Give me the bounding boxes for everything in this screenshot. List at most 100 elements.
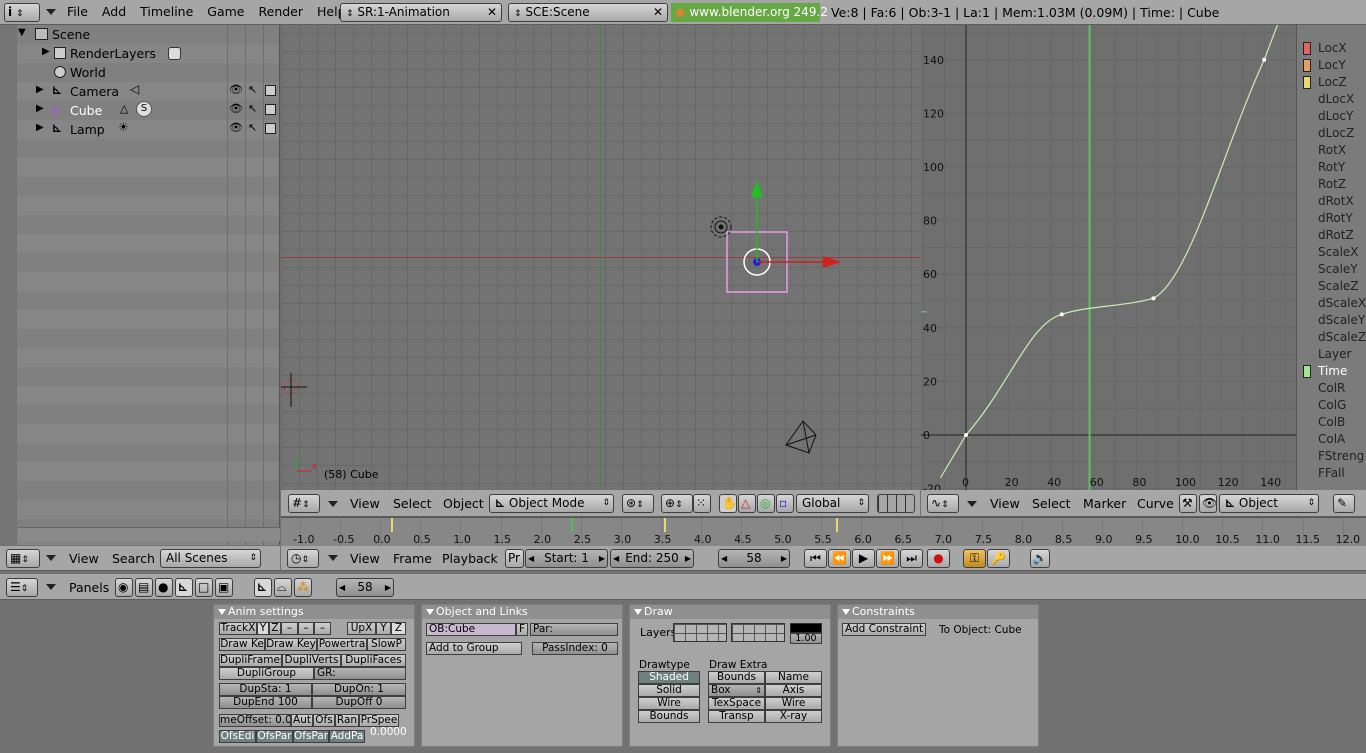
dup-start-field[interactable]: DupSta: 1 — [219, 683, 312, 696]
editor-type-button[interactable]: ▦⇕ — [6, 549, 40, 568]
pass-index-field[interactable]: PassIndex: 0 — [532, 642, 618, 655]
camera-object-icon[interactable] — [785, 420, 817, 454]
scale-manipulator-toggle[interactable]: ▫ — [776, 494, 794, 513]
drawtype-wire-button[interactable]: Wire — [638, 697, 700, 710]
pivot-select[interactable]: ⊕⇕ — [661, 494, 693, 513]
pin-toggle[interactable]: ⚒ — [1179, 494, 1197, 513]
menu-render[interactable]: Render — [252, 0, 311, 24]
offset-button[interactable]: Ofs — [313, 714, 335, 727]
jump-end-button[interactable]: ⏭ — [900, 549, 923, 568]
menu-file[interactable]: File — [60, 0, 95, 24]
timeline-ruler[interactable]: -1.0 -0.5 0.0 0.5 1.0 1.5 2.0 2.5 3.0 3.5 4.0 4.5 5.… — [281, 517, 1366, 547]
ipo-channel-drotz[interactable]: dRotZ — [1297, 227, 1366, 244]
ipo-channel-roty[interactable]: RotY — [1297, 159, 1366, 176]
ipo-channel-dlocx[interactable]: dLocX — [1297, 91, 1366, 108]
editor-type-button[interactable]: #⇕ — [288, 494, 320, 513]
editor-type-button[interactable]: ∿⇕ — [927, 494, 959, 513]
object-color-swatch[interactable] — [790, 623, 822, 633]
fake-user-button[interactable]: F — [516, 623, 528, 636]
mode-select[interactable]: ⊾ Object Mode ⇕ — [489, 494, 614, 513]
menu-view[interactable]: View — [350, 551, 380, 566]
website-badge[interactable]: ◉ www.blender.org 249.2 — [671, 3, 828, 22]
orientation-select[interactable]: Global ⇕ — [796, 494, 869, 513]
up-z-button[interactable]: Z — [391, 622, 406, 635]
ipo-curve-editor[interactable]: 140 120 100 80 60 40 20 0 -20 0 20 40 60 80 100 120 140 — [921, 25, 1296, 490]
right-arrow-icon[interactable]: ▶ — [385, 579, 391, 596]
menu-frame[interactable]: Frame — [393, 551, 432, 566]
right-arrow-icon[interactable]: ▶ — [781, 550, 787, 567]
collapse-arrow-icon[interactable] — [328, 501, 338, 507]
ipo-channel-scalez[interactable]: ScaleZ — [1297, 278, 1366, 295]
collapse-arrow-icon[interactable] — [46, 584, 56, 590]
3d-viewport[interactable]: x (58) Cube — [281, 25, 920, 490]
eye-icon[interactable]: 👁 — [229, 83, 243, 96]
left-arrow-icon[interactable]: ◀ — [528, 550, 534, 567]
ofs-edit-button[interactable]: OfsEdi — [219, 730, 256, 743]
cursor-arrow-icon[interactable]: ↖ — [248, 83, 257, 96]
add-constraint-button[interactable]: Add Constraint — [842, 623, 926, 636]
ipo-channel-fstreng[interactable]: FStreng — [1297, 448, 1366, 465]
cursor-arrow-icon[interactable]: ↖ — [248, 102, 257, 115]
menu-game[interactable]: Game — [200, 0, 251, 24]
ipo-channel-rotz[interactable]: RotZ — [1297, 176, 1366, 193]
close-icon[interactable]: ✕ — [653, 4, 663, 21]
dup-on-field[interactable]: DupOn: 1 — [312, 683, 406, 696]
extra-axis-button[interactable]: Axis — [765, 684, 822, 697]
add-to-group-button[interactable]: Add to Group — [426, 642, 522, 655]
audio-mute-button[interactable]: 🔈 — [1030, 549, 1050, 568]
ipo-channel-scaley[interactable]: ScaleY — [1297, 261, 1366, 278]
outliner-row-renderlayers[interactable]: ▶ RenderLayers — [18, 44, 280, 63]
track-negz-button[interactable]: – — [314, 622, 331, 635]
track-x-button[interactable]: TrackX — [219, 622, 257, 635]
render-icon[interactable] — [265, 85, 276, 96]
ipo-channel-drotx[interactable]: dRotX — [1297, 193, 1366, 210]
extra-transp-button[interactable]: Transp — [708, 710, 765, 723]
track-negy-button[interactable]: – — [298, 622, 314, 635]
right-arrow-icon[interactable]: ▶ — [685, 550, 691, 567]
ipo-channel-scalex[interactable]: ScaleX — [1297, 244, 1366, 261]
expand-arrow-icon[interactable]: ▶ — [36, 84, 44, 95]
menu-curve[interactable]: Curve — [1137, 496, 1174, 511]
menu-search[interactable]: Search — [112, 551, 155, 566]
ipo-channel-dscalez[interactable]: dScaleZ — [1297, 329, 1366, 346]
menu-object[interactable]: Object — [443, 496, 484, 511]
powertrack-button[interactable]: Powertra — [317, 638, 367, 651]
prev-keyframe-button[interactable]: ⏪ — [828, 549, 851, 568]
menu-view[interactable]: View — [350, 496, 380, 511]
close-icon[interactable]: ✕ — [487, 4, 497, 21]
outliner-row-scene[interactable]: ▼ Scene — [18, 25, 280, 44]
translate-manipulator-toggle[interactable]: △ — [738, 494, 756, 513]
dupli-verts-button[interactable]: DupliVerts — [282, 654, 341, 667]
draw-scale-field[interactable]: 1.00 — [790, 633, 822, 644]
menu-select[interactable]: Select — [393, 496, 432, 511]
preview-range-toggle[interactable]: Pr — [505, 549, 524, 568]
ipo-channel-dscalex[interactable]: dScaleX — [1297, 295, 1366, 312]
collapse-arrow-icon[interactable] — [967, 501, 977, 507]
scene-context-button[interactable]: ▣ — [215, 578, 233, 597]
dupli-group-button[interactable]: DupliGroup — [219, 667, 314, 680]
end-frame-field[interactable]: ◀ End: 250 ▶ — [610, 549, 694, 568]
up-y-button[interactable]: Y — [376, 622, 391, 635]
selected-cube-object[interactable] — [726, 180, 841, 293]
ipo-channel-colr[interactable]: ColR — [1297, 380, 1366, 397]
menu-playback[interactable]: Playback — [442, 551, 498, 566]
3d-cursor-icon[interactable] — [281, 373, 307, 407]
outliner-row-lamp[interactable]: ▶ ⊾ Lamp ☀ 👁 ↖ — [18, 120, 280, 139]
bounds-type-select[interactable]: Box ⇕ — [708, 684, 765, 697]
eye-icon[interactable]: 👁 — [229, 121, 243, 134]
layer-grid-left[interactable] — [673, 623, 727, 642]
dupli-frames-button[interactable]: DupliFrames — [219, 654, 282, 667]
object-name-field[interactable]: OB:Cube — [426, 623, 516, 636]
render-icon[interactable] — [265, 104, 276, 115]
editor-type-button[interactable]: ◷⇕ — [287, 549, 319, 568]
physics-subtab-button[interactable]: ⌓ — [274, 578, 292, 597]
current-frame-field[interactable]: ◀ 58 ▶ — [718, 549, 790, 568]
extra-texspace-button[interactable]: TexSpace — [708, 697, 765, 710]
outliner-row-cube[interactable]: ▶ ⊾ Cube △ S 👁 ↖ — [18, 101, 280, 120]
ipo-channel-dlocz[interactable]: dLocZ — [1297, 125, 1366, 142]
auto-button[interactable]: Aut — [291, 714, 313, 727]
object-subtab-button[interactable]: ⊾ — [254, 578, 272, 597]
record-button[interactable]: ● — [927, 549, 950, 568]
left-arrow-icon[interactable]: ◀ — [339, 579, 345, 596]
eye-icon[interactable]: 👁 — [229, 102, 243, 115]
